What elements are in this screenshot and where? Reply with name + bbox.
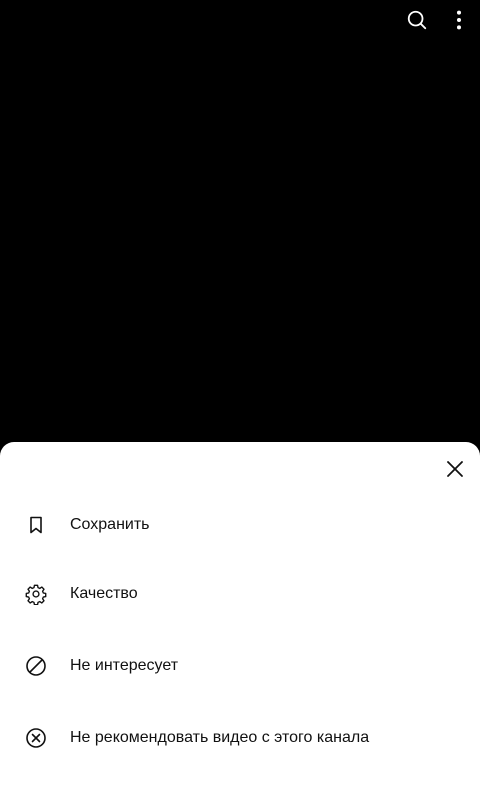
close-icon: [446, 460, 464, 483]
menu-item-label: Не интересует: [70, 657, 179, 674]
search-icon: [406, 9, 428, 36]
menu-item-label: Качество: [70, 585, 138, 602]
menu-item-not-interested[interactable]: Не интересует: [0, 640, 480, 692]
menu-item-dont-recommend-channel[interactable]: Не рекомендовать видео с этого канала: [0, 712, 480, 764]
more-vertical-icon: [448, 9, 470, 36]
bottom-sheet-menu: Сохранить Качество Не интересует Не реко…: [0, 442, 480, 812]
menu-item-save[interactable]: Сохранить: [0, 499, 480, 551]
search-button[interactable]: [396, 0, 438, 44]
more-options-button[interactable]: [438, 0, 480, 44]
block-icon: [24, 654, 48, 678]
bookmark-icon: [24, 513, 48, 537]
menu-item-label: Сохранить: [70, 516, 150, 533]
circle-x-icon: [24, 726, 48, 750]
menu-item-label: Не рекомендовать видео с этого канала: [70, 729, 370, 746]
player-top-actions: [396, 0, 480, 44]
gear-icon: [24, 582, 48, 606]
menu-item-quality[interactable]: Качество: [0, 568, 480, 620]
video-player[interactable]: [0, 0, 480, 442]
app-screen: Сохранить Качество Не интересует Не реко…: [0, 0, 480, 812]
close-button[interactable]: [440, 456, 470, 486]
